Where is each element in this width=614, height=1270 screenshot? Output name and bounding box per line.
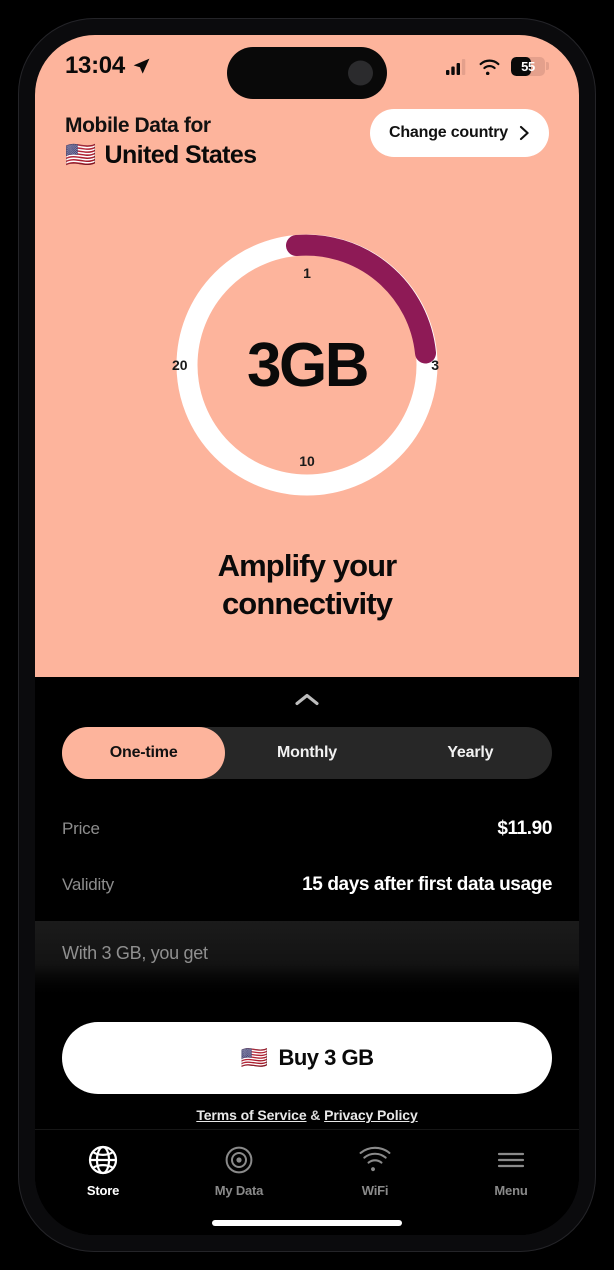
status-bar-time-group: 13:04 bbox=[65, 52, 151, 80]
terms-of-service-link[interactable]: Terms of Service bbox=[196, 1107, 306, 1123]
tab-one-time[interactable]: One-time bbox=[62, 727, 226, 779]
nav-item-my-data[interactable]: My Data bbox=[171, 1144, 307, 1198]
change-country-button[interactable]: Change country bbox=[370, 109, 549, 157]
battery-tip bbox=[546, 62, 549, 70]
detail-row-validity: Validity 15 days after first data usage bbox=[62, 857, 552, 913]
nav-label-my-data: My Data bbox=[214, 1183, 264, 1198]
privacy-policy-link[interactable]: Privacy Policy bbox=[324, 1107, 418, 1123]
price-value: $11.90 bbox=[497, 818, 552, 839]
location-arrow-icon bbox=[133, 58, 150, 74]
plan-sheet: One-time Monthly Yearly Price $11.90 Val… bbox=[35, 677, 579, 1235]
battery-percent-label: 55 bbox=[521, 58, 535, 74]
header-titles: Mobile Data for 🇺🇸 United States bbox=[65, 109, 257, 172]
plan-details: Price $11.90 Validity 15 days after firs… bbox=[35, 801, 579, 913]
nav-item-wifi[interactable]: WiFi bbox=[307, 1144, 443, 1198]
gauge-tick-3: 3 bbox=[431, 357, 439, 373]
buy-area: 🇺🇸 Buy 3 GB Terms of Service & Privacy P… bbox=[35, 1022, 579, 1123]
buy-flag-icon: 🇺🇸 bbox=[240, 1045, 268, 1070]
globe-icon bbox=[88, 1145, 118, 1175]
status-time-label: 13:04 bbox=[65, 52, 125, 79]
chevron-up-icon bbox=[295, 693, 319, 705]
included-fade-overlay bbox=[35, 963, 579, 997]
country-flag-icon: 🇺🇸 bbox=[65, 141, 96, 170]
tagline-line-2: connectivity bbox=[221, 585, 393, 621]
tab-yearly[interactable]: Yearly bbox=[389, 727, 552, 779]
battery-indicator: 55 bbox=[511, 56, 549, 76]
price-label: Price bbox=[62, 819, 100, 838]
header-kicker: Mobile Data for bbox=[65, 114, 211, 137]
tagline-line-1: Amplify your bbox=[217, 548, 398, 583]
status-bar-indicators: 55 bbox=[446, 56, 549, 76]
dynamic-island bbox=[227, 47, 387, 99]
hamburger-menu-icon bbox=[497, 1152, 525, 1168]
nav-item-store[interactable]: Store bbox=[35, 1144, 171, 1198]
billing-period-tabs: One-time Monthly Yearly bbox=[62, 727, 552, 779]
included-benefits-title: With 3 GB, you get bbox=[62, 943, 208, 963]
cellular-bars-icon bbox=[446, 58, 466, 75]
nav-label-wifi: WiFi bbox=[361, 1183, 389, 1198]
wifi-icon bbox=[479, 59, 500, 75]
header-country: 🇺🇸 United States bbox=[65, 139, 257, 172]
collapse-sheet-handle[interactable] bbox=[35, 677, 579, 721]
buy-button-label: Buy 3 GB bbox=[278, 1045, 374, 1070]
nav-label-menu: Menu bbox=[494, 1183, 528, 1198]
nav-item-menu[interactable]: Menu bbox=[443, 1144, 579, 1198]
validity-value: 15 days after first data usage bbox=[302, 874, 552, 895]
radar-icon bbox=[225, 1146, 253, 1174]
included-benefits-panel: With 3 GB, you get bbox=[35, 921, 579, 997]
gauge-tick-10: 10 bbox=[299, 453, 315, 469]
hero-panel: 13:04 55 Mobile Data for 🇺🇸 United State… bbox=[35, 35, 579, 677]
home-indicator bbox=[212, 1220, 402, 1226]
detail-row-price: Price $11.90 bbox=[62, 801, 552, 857]
wifi-icon bbox=[359, 1146, 391, 1172]
tab-monthly[interactable]: Monthly bbox=[225, 727, 388, 779]
change-country-label: Change country bbox=[389, 124, 508, 141]
data-gauge: 3GB 1 3 10 20 bbox=[167, 225, 447, 505]
phone-screen: 13:04 55 Mobile Data for 🇺🇸 United State… bbox=[35, 35, 579, 1235]
nav-label-store: Store bbox=[86, 1183, 120, 1198]
legal-links: Terms of Service & Privacy Policy bbox=[62, 1107, 552, 1123]
battery-shell: 55 bbox=[511, 56, 545, 76]
phone-frame: 13:04 55 Mobile Data for 🇺🇸 United State… bbox=[18, 18, 596, 1252]
tagline: Amplify your connectivity bbox=[35, 547, 579, 623]
gauge-tick-20: 20 bbox=[172, 357, 188, 373]
validity-label: Validity bbox=[62, 875, 114, 894]
front-camera-dot bbox=[348, 60, 373, 86]
gauge-tick-1: 1 bbox=[303, 265, 311, 281]
header-row: Mobile Data for 🇺🇸 United States Change … bbox=[35, 109, 579, 172]
chevron-right-icon bbox=[519, 125, 529, 141]
buy-button[interactable]: 🇺🇸 Buy 3 GB bbox=[62, 1022, 552, 1094]
country-name-label: United States bbox=[104, 141, 258, 170]
legal-ampersand: & bbox=[306, 1107, 325, 1123]
